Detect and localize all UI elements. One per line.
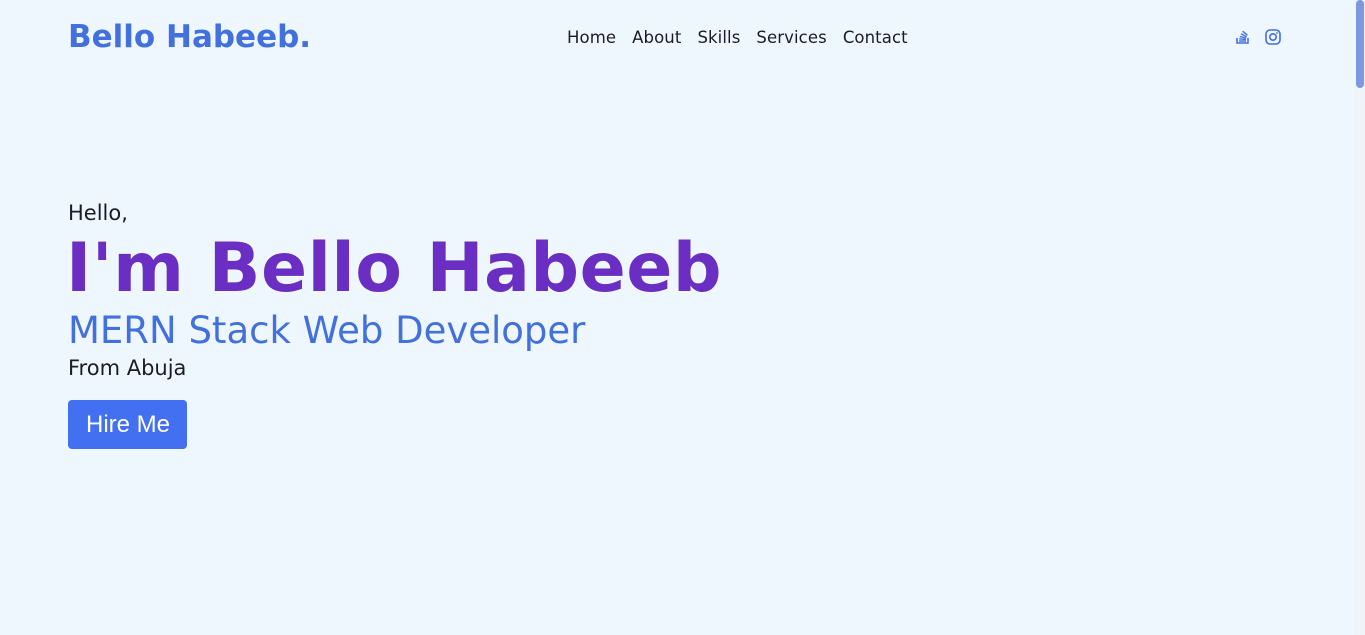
site-logo[interactable]: Bello Habeeb. <box>68 19 311 55</box>
hero-greeting: Hello, <box>68 201 128 225</box>
hire-me-button[interactable]: Hire Me <box>68 400 188 449</box>
nav-about[interactable]: About <box>632 28 681 47</box>
hero-headline: I'm Bello Habeeb <box>66 229 722 308</box>
nav-services[interactable]: Services <box>756 28 826 47</box>
page: Bello Habeeb. Home About Skills Services… <box>0 0 1365 635</box>
social-links <box>1234 28 1282 46</box>
nav-contact[interactable]: Contact <box>843 28 908 47</box>
hero-role: MERN Stack Web Developer <box>68 309 586 352</box>
nav-home[interactable]: Home <box>567 28 616 47</box>
hero-section: Hello, I'm Bello Habeeb MERN Stack Web D… <box>66 200 722 449</box>
scrollbar-thumb[interactable] <box>1356 0 1364 88</box>
nav-skills[interactable]: Skills <box>697 28 740 47</box>
stack-overflow-icon[interactable] <box>1234 28 1252 46</box>
page-scrollbar[interactable] <box>1355 0 1365 635</box>
instagram-icon[interactable] <box>1264 28 1282 46</box>
main-nav: Home About Skills Services Contact <box>567 28 908 47</box>
hero-location: From Abuja <box>68 356 187 380</box>
site-header: Bello Habeeb. Home About Skills Services… <box>0 0 1355 78</box>
